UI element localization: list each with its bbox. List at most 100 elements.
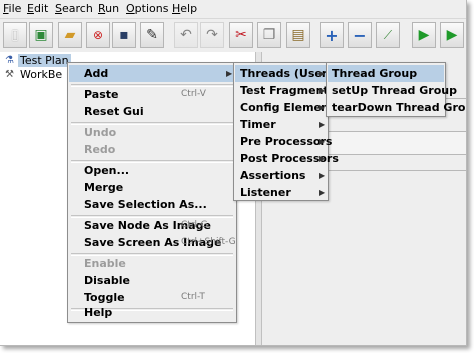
undo-button[interactable]: ↶ xyxy=(174,22,198,48)
accelerator-label: Ctrl-T xyxy=(181,292,205,302)
menu-item-label: Listener xyxy=(240,186,291,199)
menu-item-open[interactable]: Open... xyxy=(69,162,235,179)
menu-item-redo: Redo xyxy=(69,141,235,158)
menu-item-undo: Undo xyxy=(69,124,235,141)
menu-item-paste[interactable]: Paste Ctrl-V xyxy=(69,86,235,103)
flask-icon: ⚗ xyxy=(5,55,14,66)
submenu-arrow-icon: ▶ xyxy=(226,69,233,78)
menu-item-pre-processors[interactable]: Pre Processors ▶ xyxy=(235,133,332,150)
templates-icon: ▣ xyxy=(34,27,48,43)
redo-icon: ↷ xyxy=(206,27,218,43)
menu-file-label: ile xyxy=(8,2,22,15)
menu-item-label: Help xyxy=(84,306,113,319)
menu-help-label: elp xyxy=(180,2,198,15)
menu-item-label: Test Fragment xyxy=(240,84,329,97)
play-no-pause-icon: ▶ xyxy=(446,27,458,43)
menu-item-label: tearDown Thread Group xyxy=(332,101,467,114)
menu-item-add[interactable]: Add ▶ xyxy=(69,65,235,82)
menu-search-mnemonic: S xyxy=(55,2,62,15)
expand-all-button[interactable]: + xyxy=(320,22,344,48)
close-button[interactable]: ⊗ xyxy=(86,22,110,48)
menu-item-disable[interactable]: Disable xyxy=(69,272,235,289)
tree-node-workbench[interactable]: ⚒ WorkBe xyxy=(5,68,64,82)
add-submenu: Threads (Users) ▶ Test Fragment ▶ Config… xyxy=(233,62,339,201)
submenu-arrow-icon: ▶ xyxy=(319,103,326,112)
menu-item-teardown-thread-group[interactable]: tearDown Thread Group xyxy=(328,99,466,116)
submenu-arrow-icon: ▶ xyxy=(319,188,326,197)
menu-item-test-fragment[interactable]: Test Fragment ▶ xyxy=(235,82,329,99)
field-box xyxy=(326,131,466,155)
scissors-icon: ✂ xyxy=(235,27,247,43)
menu-search[interactable]: Search xyxy=(55,3,93,15)
context-menu: Add ▶ Paste Ctrl-V Reset Gui Undo Redo O… xyxy=(67,62,237,323)
submenu-arrow-icon: ▶ xyxy=(319,86,326,95)
save-as-button[interactable]: ✎ xyxy=(140,22,164,48)
submenu-arrow-icon: ▶ xyxy=(319,69,326,78)
menu-run[interactable]: Run xyxy=(98,3,119,15)
menu-item-save-node-image[interactable]: Save Node As Image Ctrl-G xyxy=(69,217,235,234)
menu-item-listener[interactable]: Listener ▶ xyxy=(235,184,327,201)
plus-icon: + xyxy=(325,25,339,45)
menu-item-config-element[interactable]: Config Element ▶ xyxy=(235,99,334,116)
edit-icon: ✎ xyxy=(146,27,158,43)
menu-help[interactable]: Help xyxy=(172,3,197,15)
menu-item-label: Assertions xyxy=(240,169,306,182)
menu-item-save-selection[interactable]: Save Selection As... xyxy=(69,196,235,213)
new-file-icon: ▯ xyxy=(11,27,19,43)
menu-item-toggle[interactable]: Toggle Ctrl-T xyxy=(69,289,235,306)
threads-submenu: Thread Group setUp Thread Group tearDown… xyxy=(326,62,466,117)
start-no-pause-button[interactable]: ▶ xyxy=(440,22,464,48)
collapse-all-button[interactable]: − xyxy=(348,22,372,48)
floppy-icon: ▪ xyxy=(119,27,129,43)
folder-icon: ▰ xyxy=(64,27,76,43)
menu-item-label: Timer xyxy=(240,118,276,131)
undo-icon: ↶ xyxy=(180,27,192,43)
menu-item-timer[interactable]: Timer ▶ xyxy=(235,116,327,133)
cut-button[interactable]: ✂ xyxy=(229,22,253,48)
toolbar: ▯ ▣ ▰ ⊗ ▪ ✎ ↶ ↷ ✂ ❐ ▤ + − ⟋ ▶ ▶ xyxy=(0,18,466,53)
menu-item-label: Redo xyxy=(84,143,116,156)
minus-icon: − xyxy=(353,25,367,45)
new-button[interactable]: ▯ xyxy=(3,22,27,48)
paste-button[interactable]: ▤ xyxy=(286,22,310,48)
submenu-arrow-icon: ▶ xyxy=(319,171,326,180)
jmeter-window: File Edit Search Run Options Help ▯ ▣ ▰ … xyxy=(0,0,467,346)
close-file-icon: ⊗ xyxy=(92,28,104,42)
menu-item-reset-gui[interactable]: Reset Gui xyxy=(69,103,235,120)
start-button[interactable]: ▶ xyxy=(412,22,436,48)
divider xyxy=(326,170,466,171)
menu-edit[interactable]: Edit xyxy=(27,3,48,15)
menu-file[interactable]: File xyxy=(3,3,21,15)
menu-item-label: Open... xyxy=(84,164,130,177)
toggle-button[interactable]: ⟋ xyxy=(376,22,400,48)
templates-button[interactable]: ▣ xyxy=(29,22,53,48)
workbench-icon: ⚒ xyxy=(5,69,14,80)
redo-button[interactable]: ↷ xyxy=(200,22,224,48)
menu-item-label: Save Selection As... xyxy=(84,198,207,211)
menu-item-assertions[interactable]: Assertions ▶ xyxy=(235,167,327,184)
menu-edit-label: dit xyxy=(33,2,49,15)
menu-item-save-screen-image[interactable]: Save Screen As Image Ctrl+Shift-G xyxy=(69,234,236,251)
menu-item-label: Add xyxy=(84,67,109,80)
menu-item-threads[interactable]: Threads (Users) ▶ xyxy=(235,65,339,82)
menu-options-label: ptions xyxy=(134,2,169,15)
copy-button[interactable]: ❐ xyxy=(257,22,281,48)
open-button[interactable]: ▰ xyxy=(58,22,82,48)
clipboard-icon: ▤ xyxy=(291,27,305,43)
tree-node-test-plan[interactable]: ⚗ Test Plan xyxy=(5,54,71,68)
menu-item-label: Reset Gui xyxy=(84,105,144,118)
menu-item-label: Thread Group xyxy=(332,67,418,80)
play-icon: ▶ xyxy=(418,27,430,43)
menu-item-label: Merge xyxy=(84,181,124,194)
menu-item-label: Toggle xyxy=(84,291,125,304)
menu-item-thread-group[interactable]: Thread Group xyxy=(328,65,444,82)
menu-item-merge[interactable]: Merge xyxy=(69,179,235,196)
tree-node-label: WorkBe xyxy=(20,68,63,81)
menu-item-setup-thread-group[interactable]: setUp Thread Group xyxy=(328,82,457,99)
menu-options-mnemonic: O xyxy=(126,2,135,15)
menu-item-help[interactable]: Help xyxy=(69,305,235,321)
menu-item-post-processors[interactable]: Post Processors ▶ xyxy=(235,150,339,167)
menu-options[interactable]: Options xyxy=(126,3,168,15)
save-button[interactable]: ▪ xyxy=(112,22,136,48)
menu-run-label: un xyxy=(105,2,120,15)
